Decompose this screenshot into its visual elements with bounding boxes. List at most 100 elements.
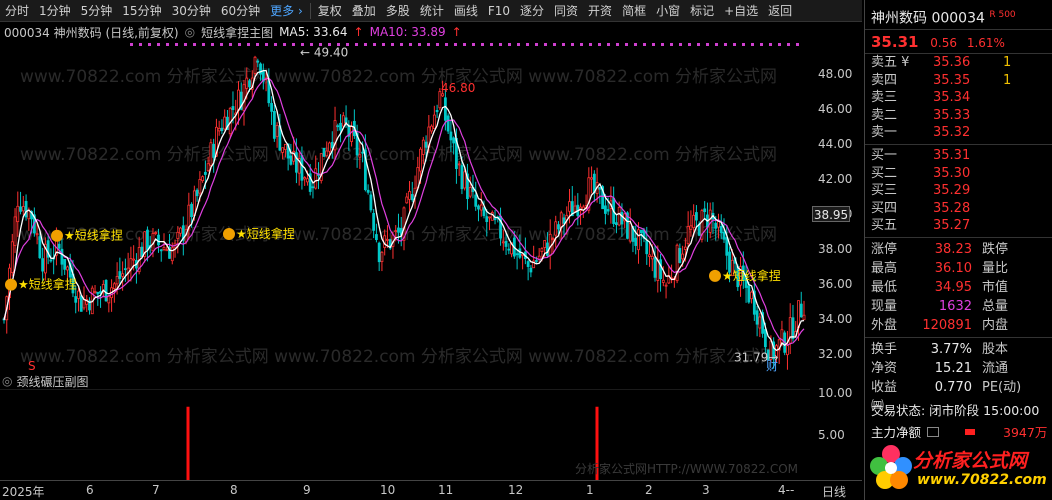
toolbar-button-1[interactable]: 1分钟: [34, 0, 76, 22]
candle-body: [474, 194, 478, 207]
asks-label: 卖二: [871, 107, 898, 123]
candle-body: [479, 204, 483, 211]
asks-vol: 1: [1003, 72, 1012, 88]
sub-chart-toggle-icon[interactable]: ◎: [2, 374, 12, 388]
candle-body: [289, 155, 293, 165]
toolbar-button-17[interactable]: 小窗: [651, 0, 685, 22]
stock-title: 000034 神州数码 (日线,前复权): [4, 25, 179, 40]
signal-dot: [580, 43, 583, 46]
candle-body: [121, 273, 125, 277]
signal-dot: [265, 43, 268, 46]
toolbar-button-6[interactable]: 更多 ›: [265, 0, 308, 22]
candle-body: [330, 141, 334, 149]
signal-dot: [553, 43, 556, 46]
asks-row[interactable]: 卖四 35.35 1: [865, 72, 1052, 90]
candle-body: [681, 253, 685, 260]
toolbar-button-7[interactable]: 复权: [313, 0, 347, 22]
asks-row[interactable]: 卖一 35.32: [865, 124, 1052, 142]
candle-body: [41, 258, 45, 272]
signal-dot: [445, 43, 448, 46]
candle-body: [303, 177, 307, 180]
flow-detail-icon[interactable]: [927, 426, 940, 437]
toolbar-button-19[interactable]: +自选: [719, 0, 763, 22]
candle-body: [546, 242, 549, 256]
toolbar-button-15[interactable]: 开资: [583, 0, 617, 22]
sub-chart[interactable]: 分析家公式网HTTP://WWW.70822.COM: [0, 389, 862, 480]
logo-url-text: www.70822.com: [917, 472, 1047, 488]
date-tick: 12: [508, 483, 524, 497]
toolbar-button-18[interactable]: 标记: [685, 0, 719, 22]
signal-dot: [454, 43, 457, 46]
toolbar-button-9[interactable]: 多股: [381, 0, 415, 22]
candle-body: [620, 212, 624, 225]
candle-body: [477, 205, 480, 210]
toolbar-button-8[interactable]: 叠加: [347, 0, 381, 22]
signal-smile-icon: [51, 229, 63, 242]
indicator-toggle-icon[interactable]: ◎: [185, 25, 195, 39]
signal-dot: [481, 43, 484, 46]
bids-row[interactable]: 买三 35.29: [865, 182, 1052, 200]
bids-row[interactable]: 买一 35.31: [865, 147, 1052, 165]
signal-dot: [625, 43, 628, 46]
candle-body: [237, 89, 240, 111]
candle-body: [77, 290, 80, 299]
signal-dot: [292, 43, 295, 46]
high-price-label: ← 49.40: [300, 45, 348, 59]
stock-name: 神州数码: [871, 10, 927, 27]
candle-body: [714, 222, 718, 229]
signal-dot: [742, 43, 745, 46]
candle-body: [38, 236, 42, 259]
candle-body: [678, 248, 682, 263]
toolbar-button-5[interactable]: 60分钟: [216, 0, 265, 22]
signal-dot: [157, 43, 160, 46]
signal-dot: [535, 43, 538, 46]
candle-body: [272, 110, 276, 139]
price-axis-label: 32.00: [818, 346, 853, 361]
bids-row[interactable]: 买五 35.27: [865, 217, 1052, 235]
stat-label: 股本: [982, 341, 1009, 357]
toolbar-button-11[interactable]: 画线: [449, 0, 483, 22]
signal-dot: [616, 43, 619, 46]
indicator-name[interactable]: 短线拿捏主图: [201, 24, 273, 41]
candle-body: [780, 329, 784, 344]
candle-body: [703, 208, 707, 213]
candle-body: [176, 231, 180, 239]
date-tick: 7: [152, 483, 160, 497]
candle-body: [797, 300, 800, 329]
candle-body: [190, 203, 193, 218]
signal-dot: [139, 43, 142, 46]
signal-dot: [166, 43, 169, 46]
signal-dot: [247, 43, 250, 46]
asks-row[interactable]: 卖三 35.34: [865, 89, 1052, 107]
signal-dot: [697, 43, 700, 46]
signal-dot: [490, 43, 493, 46]
toolbar-button-3[interactable]: 15分钟: [117, 0, 166, 22]
toolbar-button-14[interactable]: 同资: [549, 0, 583, 22]
candlestick-chart[interactable]: www.70822.com 分析家公式网 www.70822.com 分析家公式…: [0, 40, 862, 372]
signal-dot: [661, 43, 664, 46]
signal-dot: [778, 43, 781, 46]
peak-price-label: 46.80: [441, 81, 475, 95]
signal-dot: [598, 43, 601, 46]
candle-body: [259, 63, 262, 75]
toolbar-button-16[interactable]: 简框: [617, 0, 651, 22]
toolbar-button-20[interactable]: 返回: [763, 0, 797, 22]
stat-label: PE(动): [982, 379, 1022, 395]
toolbar-button-12[interactable]: F10: [483, 0, 515, 22]
signal-dot: [607, 43, 610, 46]
toolbar-button-13[interactable]: 逐分: [515, 0, 549, 22]
asks-row[interactable]: 卖二 35.33: [865, 107, 1052, 125]
candle-body: [446, 115, 450, 132]
toolbar-button-2[interactable]: 5分钟: [76, 0, 118, 22]
bids-row[interactable]: 买二 35.30: [865, 165, 1052, 183]
bids-row[interactable]: 买四 35.28: [865, 200, 1052, 218]
candle-body: [518, 248, 522, 258]
candle-body: [725, 237, 729, 256]
asks-row[interactable]: 卖五 ¥ 35.36 1: [865, 54, 1052, 72]
candle-body: [708, 209, 712, 233]
toolbar-button-10[interactable]: 统计: [415, 0, 449, 22]
toolbar-button-0[interactable]: 分时: [0, 0, 34, 22]
candle-body: [443, 97, 447, 121]
candle-body: [656, 259, 660, 281]
toolbar-button-4[interactable]: 30分钟: [167, 0, 216, 22]
